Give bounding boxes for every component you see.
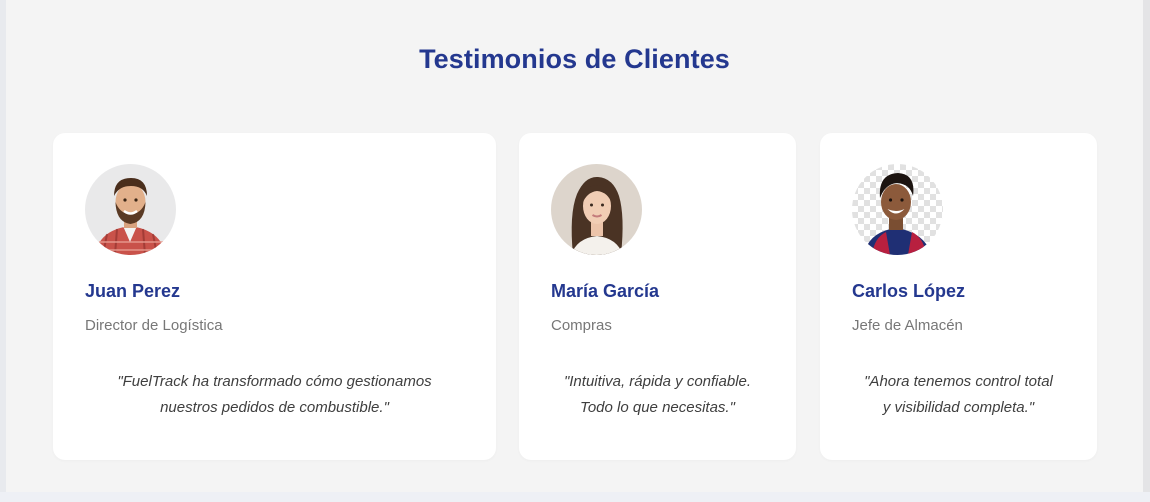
testimonials-section: Testimonios de Clientes Juan Perez Direc… bbox=[6, 0, 1143, 492]
testimonial-quote: "Intuitiva, rápida y confiable. Todo lo … bbox=[539, 369, 776, 421]
quote-line: nuestros pedidos de combustible." bbox=[160, 399, 389, 416]
testimonial-role: Director de Logística bbox=[85, 317, 223, 334]
quote-line: "Intuitiva, rápida y confiable. bbox=[563, 373, 752, 390]
next-section-edge bbox=[0, 492, 1150, 502]
bearded-man-avatar-icon bbox=[85, 164, 176, 255]
testimonial-name: Juan Perez bbox=[85, 281, 181, 301]
quote-line: "Ahora tenemos control total bbox=[864, 373, 1053, 390]
avatar bbox=[551, 164, 642, 255]
quote-line: "FuelTrack ha transformado cómo gestiona… bbox=[117, 373, 432, 390]
testimonial-role: Jefe de Almacén bbox=[852, 317, 963, 334]
testimonial-card-carlos: Carlos López Jefe de Almacén "Ahora tene… bbox=[820, 133, 1097, 460]
young-woman-avatar-icon bbox=[551, 164, 642, 255]
avatar bbox=[85, 164, 176, 255]
smiling-young-man-avatar-icon bbox=[852, 164, 943, 255]
testimonial-card-maria: María García Compras "Intuitiva, rápida … bbox=[519, 133, 796, 460]
testimonial-name: María García bbox=[551, 281, 660, 301]
quote-line: y visibilidad completa." bbox=[882, 399, 1035, 416]
testimonial-quote: "FuelTrack ha transformado cómo gestiona… bbox=[73, 369, 476, 421]
testimonial-quote: "Ahora tenemos control total y visibilid… bbox=[840, 369, 1077, 421]
testimonial-role: Compras bbox=[551, 317, 612, 334]
quote-line: Todo lo que necesitas." bbox=[580, 399, 735, 416]
section-title: Testimonios de Clientes bbox=[419, 44, 730, 74]
avatar bbox=[852, 164, 943, 255]
testimonial-name: Carlos López bbox=[852, 281, 966, 301]
testimonial-card-juan: Juan Perez Director de Logística "FuelTr… bbox=[53, 133, 496, 460]
window-right-edge bbox=[1143, 0, 1150, 502]
